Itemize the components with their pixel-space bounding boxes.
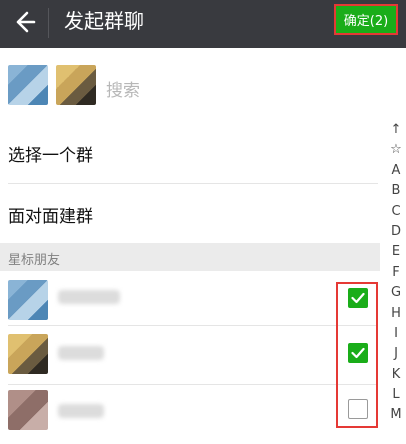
contact-checkbox[interactable] bbox=[348, 399, 368, 419]
index-letter[interactable]: M bbox=[386, 405, 406, 425]
menu-item-label: 选择一个群 bbox=[8, 146, 93, 166]
index-letter[interactable]: A bbox=[386, 161, 406, 181]
alphabet-index[interactable]: ↑ ☆ A B C D E F G H I J K L M bbox=[386, 120, 406, 426]
back-arrow-icon[interactable] bbox=[10, 8, 38, 36]
page-title: 发起群聊 bbox=[64, 9, 144, 33]
index-letter[interactable]: B bbox=[386, 181, 406, 201]
contact-name bbox=[58, 346, 104, 360]
contact-row[interactable] bbox=[0, 385, 380, 444]
search-input[interactable]: 搜索 bbox=[106, 76, 140, 101]
contact-checkbox[interactable] bbox=[348, 343, 368, 363]
avatar bbox=[8, 390, 48, 430]
checkmark-icon bbox=[351, 347, 365, 359]
contact-checkbox[interactable] bbox=[348, 288, 368, 308]
search-bar[interactable]: 搜索 bbox=[0, 48, 406, 116]
index-letter[interactable]: G bbox=[386, 283, 406, 303]
index-letter[interactable]: I bbox=[386, 324, 406, 344]
menu-item-label: 面对面建群 bbox=[8, 207, 93, 227]
face-to-face-group-item[interactable]: 面对面建群 bbox=[0, 184, 380, 244]
confirm-button[interactable]: 确定(2) bbox=[334, 4, 398, 35]
select-group-item[interactable]: 选择一个群 bbox=[0, 123, 380, 183]
section-label: 星标朋友 bbox=[8, 253, 61, 268]
index-letter[interactable]: E bbox=[386, 242, 406, 262]
index-letter[interactable]: D bbox=[386, 222, 406, 242]
selected-avatar[interactable] bbox=[8, 65, 48, 105]
section-header-starred: 星标朋友 bbox=[0, 243, 380, 271]
index-letter[interactable]: J bbox=[386, 344, 406, 364]
selected-avatar[interactable] bbox=[56, 65, 96, 105]
avatar bbox=[8, 334, 48, 374]
avatar bbox=[8, 280, 48, 320]
title-bar: 发起群聊 确定(2) bbox=[0, 0, 406, 48]
index-letter[interactable]: ↑ bbox=[386, 120, 406, 140]
index-letter[interactable]: H bbox=[386, 304, 406, 324]
index-letter[interactable]: C bbox=[386, 202, 406, 222]
index-letter[interactable]: L bbox=[386, 385, 406, 405]
contact-row[interactable] bbox=[0, 271, 380, 330]
checkmark-icon bbox=[351, 292, 365, 304]
header-divider bbox=[48, 8, 49, 38]
index-letter[interactable]: K bbox=[386, 365, 406, 385]
contact-row[interactable] bbox=[0, 326, 380, 385]
contact-name bbox=[58, 290, 120, 304]
index-letter[interactable]: ☆ bbox=[386, 140, 406, 160]
contact-name bbox=[58, 404, 104, 418]
index-letter[interactable]: F bbox=[386, 263, 406, 283]
